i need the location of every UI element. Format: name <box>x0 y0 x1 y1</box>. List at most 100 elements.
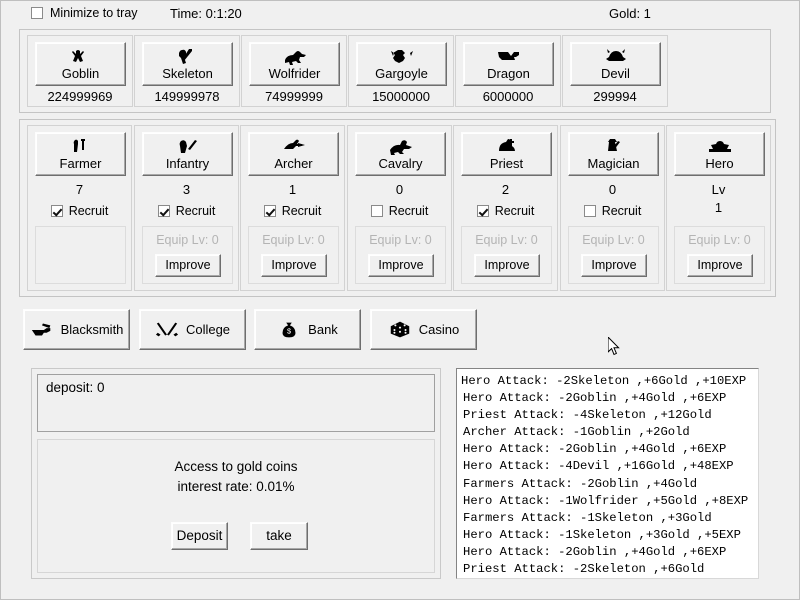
dice-icon <box>388 321 412 338</box>
monster-button-skeleton[interactable]: Skeleton <box>142 42 233 86</box>
gargoyle-icon-wrap <box>389 46 415 66</box>
recruit-checkbox-farmer[interactable]: Recruit <box>28 204 131 218</box>
infantry-icon <box>175 138 201 155</box>
log-line: Hero Attack: -2Goblin ,+4Gold ,+6EXP <box>463 544 755 561</box>
unit-card-hero: HeroLv1Equip Lv: 0Improve <box>666 125 771 291</box>
monster-card-gargoyle: Gargoyle15000000 <box>348 35 454 107</box>
unit-button-hero[interactable]: Hero <box>674 132 765 176</box>
equip-panel-magician: Equip Lv: 0 Improve <box>568 226 659 284</box>
monster-count-label: 149999978 <box>135 89 239 104</box>
monster-button-gargoyle[interactable]: Gargoyle <box>356 42 447 86</box>
equip-level-label: Equip Lv: 0 <box>675 233 764 247</box>
dragon-icon <box>496 48 522 65</box>
building-button-blacksmith[interactable]: Blacksmith <box>23 309 130 350</box>
minimize-to-tray-checkbox[interactable]: Minimize to tray <box>31 6 138 20</box>
anvil-icon <box>30 321 54 338</box>
checkbox-box-recruit[interactable] <box>477 205 489 217</box>
unit-count-label: 1 <box>241 182 344 197</box>
unit-card-magician: Magician 0 Recruit Equip Lv: 0 Improve <box>560 125 665 291</box>
game-window: Minimize to tray Time: 0:1:20 Gold: 1 Go… <box>0 0 800 600</box>
monster-button-wolfrider[interactable]: Wolfrider <box>249 42 340 86</box>
improve-button-magician[interactable]: Improve <box>581 254 647 277</box>
monster-name-label: Wolfrider <box>269 66 321 81</box>
unit-button-magician[interactable]: Magician <box>568 132 659 176</box>
unit-name-label: Magician <box>587 156 639 171</box>
unit-button-infantry[interactable]: Infantry <box>142 132 233 176</box>
archer-icon <box>281 138 307 155</box>
unit-card-cavalry: Cavalry 0 Recruit Equip Lv: 0 Improve <box>347 125 452 291</box>
gargoyle-icon <box>389 48 415 65</box>
log-line: Hero Attack: -2Skeleton ,+6Gold ,+10EXP <box>461 373 755 390</box>
cavalry-icon <box>388 138 414 155</box>
building-button-casino[interactable]: Casino <box>370 309 477 350</box>
unit-button-priest[interactable]: Priest <box>461 132 552 176</box>
equip-level-label: Equip Lv: 0 <box>143 233 232 247</box>
equip-level-label: Equip Lv: 0 <box>356 233 445 247</box>
unit-card-farmer: Farmer7Recruit <box>27 125 132 291</box>
devil-icon <box>603 48 629 65</box>
checkbox-box-minimize[interactable] <box>31 7 43 19</box>
recruit-checkbox-cavalry[interactable]: Recruit <box>348 204 451 218</box>
log-line: Priest Attack: -2Skeleton ,+6Gold <box>463 561 755 578</box>
take-button[interactable]: take <box>250 522 308 550</box>
log-line: Priest Attack: -4Skeleton ,+12Gold <box>463 407 755 424</box>
building-label: Casino <box>419 322 459 337</box>
improve-button-archer[interactable]: Improve <box>261 254 327 277</box>
status-bar: Minimize to tray Time: 0:1:20 Gold: 1 <box>1 1 800 27</box>
battle-log-panel[interactable]: Hero Attack: -2Skeleton ,+6Gold ,+10EXP H… <box>456 368 759 579</box>
checkbox-box-recruit[interactable] <box>51 205 63 217</box>
skeleton-icon-wrap <box>175 46 201 66</box>
monster-name-label: Skeleton <box>162 66 213 81</box>
unit-button-cavalry[interactable]: Cavalry <box>355 132 446 176</box>
bank-info-panel: Access to gold coins interest rate: 0.01… <box>37 439 435 573</box>
log-line: Hero Attack: -2Goblin ,+4Gold ,+6EXP <box>463 441 755 458</box>
unit-button-archer[interactable]: Archer <box>248 132 339 176</box>
unit-card-infantry: Infantry 3 Recruit Equip Lv: 0 Improve <box>134 125 239 291</box>
building-button-college[interactable]: College <box>139 309 246 350</box>
log-line: Archer Attack: -1Goblin ,+2Gold <box>463 424 755 441</box>
farmer-icon-wrap <box>68 136 94 156</box>
checkbox-box-recruit[interactable] <box>584 205 596 217</box>
log-line: Hero Attack: -1Wolfrider ,+5Gold ,+8EXP <box>463 493 755 510</box>
improve-button-cavalry[interactable]: Improve <box>368 254 434 277</box>
monster-card-dragon: Dragon6000000 <box>455 35 561 107</box>
hero-icon-wrap <box>707 136 733 156</box>
checkbox-box-recruit[interactable] <box>264 205 276 217</box>
unit-name-label: Farmer <box>60 156 102 171</box>
equip-level-label: Equip Lv: 0 <box>249 233 338 247</box>
deposit-button[interactable]: Deposit <box>171 522 228 550</box>
devil-icon-wrap <box>603 46 629 66</box>
recruit-checkbox-archer[interactable]: Recruit <box>241 204 344 218</box>
recruit-checkbox-priest[interactable]: Recruit <box>454 204 557 218</box>
goblin-icon-wrap <box>68 46 94 66</box>
checkbox-box-recruit[interactable] <box>371 205 383 217</box>
unit-button-farmer[interactable]: Farmer <box>35 132 126 176</box>
improve-button-hero[interactable]: Improve <box>687 254 753 277</box>
monster-button-dragon[interactable]: Dragon <box>463 42 554 86</box>
monster-button-goblin[interactable]: Goblin <box>35 42 126 86</box>
priest-icon <box>494 138 520 155</box>
recruit-checkbox-infantry[interactable]: Recruit <box>135 204 238 218</box>
recruit-checkbox-magician[interactable]: Recruit <box>561 204 664 218</box>
minimize-to-tray-label: Minimize to tray <box>50 6 138 20</box>
deposit-display[interactable]: deposit: 0 <box>37 374 435 432</box>
monster-name-label: Gargoyle <box>375 66 428 81</box>
monster-name-label: Devil <box>601 66 630 81</box>
improve-button-infantry[interactable]: Improve <box>155 254 221 277</box>
skeleton-icon <box>175 48 201 65</box>
unit-count-label: 0 <box>348 182 451 197</box>
magician-icon <box>601 138 627 155</box>
checkbox-box-recruit[interactable] <box>158 205 170 217</box>
crossed-swords-icon-wrap <box>155 321 179 338</box>
dice-icon-wrap <box>388 321 412 338</box>
bank-info-line2: interest rate: 0.01% <box>38 479 434 494</box>
svg-text:$: $ <box>287 327 291 336</box>
unit-count-label: 0 <box>561 182 664 197</box>
monster-count-label: 74999999 <box>242 89 346 104</box>
building-button-bank[interactable]: $Bank <box>254 309 361 350</box>
improve-button-priest[interactable]: Improve <box>474 254 540 277</box>
unit-name-label: Infantry <box>166 156 209 171</box>
unit-count-label: 3 <box>135 182 238 197</box>
monster-button-devil[interactable]: Devil <box>570 42 661 86</box>
equip-level-label: Equip Lv: 0 <box>569 233 658 247</box>
